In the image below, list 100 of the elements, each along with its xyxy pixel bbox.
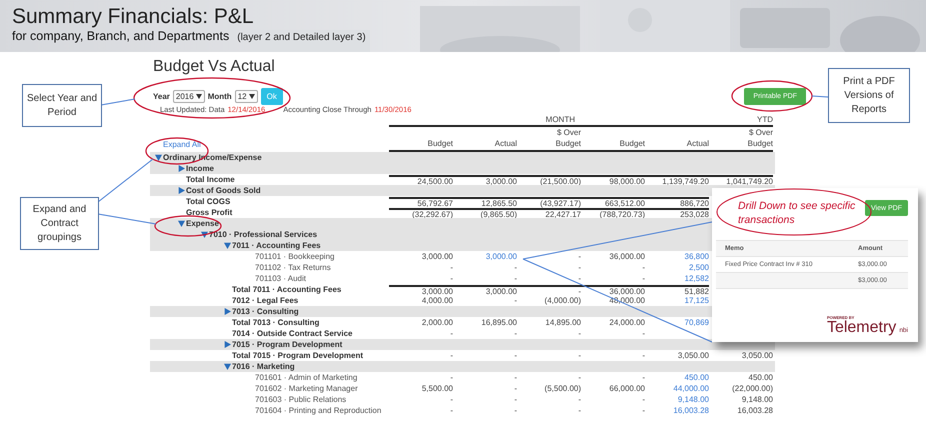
- table-cell: 886,720: [645, 196, 709, 206]
- table-cell-text: -: [513, 406, 517, 416]
- row-label: 701603 · Public Relations: [254, 394, 346, 404]
- table-cell-text: 4,000.00: [420, 296, 453, 306]
- leader-line: [812, 96, 828, 98]
- amount-link[interactable]: 36,800: [645, 252, 709, 262]
- table-cell-text: -: [577, 262, 581, 272]
- table-cell: 12,865.50: [453, 196, 517, 206]
- column-header: Actual: [494, 138, 517, 149]
- page-title: Summary Financials: P&L: [12, 5, 254, 29]
- column-header: Budget: [426, 138, 453, 149]
- leader-line: [100, 98, 136, 106]
- row-label: Total Income: [185, 174, 235, 184]
- row-label: Gross Profit: [185, 208, 232, 218]
- table-cell-text: -: [513, 384, 517, 394]
- table-cell-text: -: [641, 262, 645, 272]
- row-label: 701604 · Printing and Reproduction: [254, 406, 382, 416]
- table-cell-text: -: [513, 262, 517, 272]
- table-cell-text: 14,895.00: [544, 318, 581, 328]
- table-cell-text: -: [641, 350, 645, 360]
- leader-line: [98, 214, 156, 224]
- amount-link[interactable]: 3,000.00: [453, 252, 517, 262]
- row-label: Total 7015 · Program Development: [231, 350, 363, 360]
- table-cell-text: 66,000.00: [608, 384, 645, 394]
- table-cell: 3,000.00: [389, 284, 453, 294]
- group-toggle[interactable]: 7011 · Accounting Fees: [150, 240, 321, 250]
- table-cell-text: -: [577, 328, 581, 338]
- subtitle-note: (layer 2 and Detailed layer 3): [237, 32, 366, 43]
- table-cell-text: -: [641, 274, 645, 284]
- table-cell-text: -: [449, 262, 453, 272]
- table-cell-text: -: [577, 372, 581, 382]
- table-cell-text: 16,003.28: [736, 406, 773, 416]
- table-cell-text: -: [641, 372, 645, 382]
- table-cell: 663,512.00: [581, 196, 645, 206]
- row-label: 701602 · Marketing Manager: [254, 384, 358, 394]
- month-select[interactable]: 12: [234, 90, 258, 103]
- group-toggle[interactable]: Income: [150, 164, 214, 174]
- table-cell: 56,792.67: [389, 196, 453, 206]
- table-cell: 51,882: [645, 284, 709, 294]
- table-cell-text: -: [577, 350, 581, 360]
- table-cell-text: -: [449, 274, 453, 284]
- callout: Print a PDF Versions of Reports: [828, 68, 910, 123]
- brand-name: Telemetry: [826, 320, 896, 336]
- table-cell-text: -: [513, 274, 517, 284]
- table-cell-text: (5,500.00): [544, 384, 581, 394]
- leader-line: [98, 158, 154, 202]
- report-title: Budget Vs Actual: [152, 57, 275, 77]
- table-cell-text: 3,050.00: [740, 350, 773, 360]
- table-cell-text: -: [513, 394, 517, 404]
- column-header: Budget: [618, 138, 645, 149]
- table-cell-text: -: [513, 328, 517, 338]
- group-toggle[interactable]: 7013 · Consulting: [150, 306, 299, 316]
- table-cell-text: 2,000.00: [420, 318, 453, 328]
- page-subtitle: for company, Branch, and Departments: [12, 29, 230, 43]
- table-cell-text: -: [577, 252, 581, 262]
- table-cell-text: -: [449, 372, 453, 382]
- group-toggle[interactable]: 7010 · Professional Services: [150, 230, 318, 240]
- table-cell-text: -: [641, 406, 645, 416]
- table-cell-text: -: [449, 350, 453, 360]
- group-toggle[interactable]: 7015 · Program Development: [150, 340, 342, 350]
- year-label: Year: [153, 92, 170, 101]
- amount-link[interactable]: 44,000.00: [645, 384, 709, 394]
- drilldown-note: Drill Down to see specific transactions: [738, 199, 856, 227]
- table-cell-text: 5,500.00: [420, 384, 453, 394]
- group-toggle[interactable]: Expense: [150, 218, 219, 228]
- table-cell-text: 3,050.00: [676, 350, 709, 360]
- table-cell: 36,000.00: [581, 284, 645, 294]
- amount-link[interactable]: 17,125: [645, 296, 709, 306]
- table-cell: -: [517, 284, 581, 294]
- table-cell-text: 3,000.00: [420, 252, 453, 262]
- row-label: 7012 · Legal Fees: [231, 296, 298, 306]
- table-cell-text: -: [449, 406, 453, 416]
- table-cell-text: -: [513, 350, 517, 360]
- row-label: 701601 · Admin of Marketing: [254, 372, 358, 382]
- table-cell-text: -: [641, 394, 645, 404]
- year-select[interactable]: 2016: [172, 90, 205, 103]
- table-cell-text: (4,000.00): [544, 296, 581, 306]
- table-cell-text: -: [641, 328, 645, 338]
- row-label: 701101 · Bookkeeping: [254, 252, 334, 262]
- row-label: Total COGS: [185, 196, 230, 206]
- amount-link[interactable]: 450.00: [645, 372, 709, 382]
- amount-link[interactable]: 2,500: [645, 262, 709, 272]
- expand-all-link[interactable]: Expand All: [150, 140, 201, 149]
- amount-link[interactable]: 12,582: [645, 274, 709, 284]
- amount-link[interactable]: 16,003.28: [645, 406, 709, 416]
- caret-down-icon: [248, 94, 255, 99]
- row-label: Total 7011 · Accounting Fees: [231, 284, 342, 294]
- row-label: 701102 · Tax Returns: [254, 262, 331, 272]
- group-toggle[interactable]: Cost of Goods Sold: [150, 186, 261, 196]
- table-cell-text: -: [449, 328, 453, 338]
- group-toggle[interactable]: 7016 · Marketing: [150, 362, 295, 372]
- amount-link[interactable]: 70,869: [645, 318, 709, 328]
- table-cell: 3,000.00: [453, 284, 517, 294]
- table-cell-text: -: [577, 406, 581, 416]
- table-cell-text: 16,895.00: [480, 318, 517, 328]
- column-header: Actual: [686, 138, 709, 149]
- callout: Expand and Contract groupings: [20, 197, 99, 250]
- amount-link[interactable]: 9,148.00: [645, 394, 709, 404]
- group-heading: YTD: [757, 115, 773, 125]
- row-label: 7014 · Outside Contract Service: [231, 328, 352, 338]
